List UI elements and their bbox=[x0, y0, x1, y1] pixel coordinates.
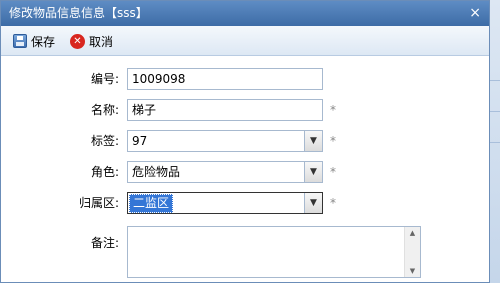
remark-row: 备注: ▲ ▼ bbox=[1, 226, 489, 278]
remark-label: 备注: bbox=[90, 236, 119, 250]
cancel-button-label: 取消 bbox=[89, 34, 114, 49]
role-select-value: 危险物品 bbox=[132, 165, 181, 179]
background-row-divider bbox=[490, 80, 500, 81]
save-button-label: 保存 bbox=[31, 34, 56, 49]
edit-item-dialog: 修改物品信息信息【sss】 × 保存 ✕ 取消 编号: 1009098 名称: … bbox=[0, 0, 490, 283]
tag-row: 标签: 97 ▼ * bbox=[1, 130, 489, 152]
scroll-up-icon[interactable]: ▲ bbox=[405, 229, 420, 237]
tag-required-mark: * bbox=[330, 134, 336, 148]
region-select-value: 二监区 bbox=[129, 194, 174, 213]
cancel-button[interactable]: ✕ 取消 bbox=[70, 32, 113, 50]
role-required-mark: * bbox=[330, 165, 336, 179]
code-label: 编号: bbox=[90, 72, 119, 86]
role-row: 角色: 危险物品 ▼ * bbox=[1, 161, 489, 183]
dialog-titlebar[interactable]: 修改物品信息信息【sss】 × bbox=[1, 1, 489, 26]
role-label: 角色: bbox=[90, 165, 119, 179]
region-label: 归属区: bbox=[78, 196, 119, 210]
role-select[interactable]: 危险物品 ▼ bbox=[127, 161, 323, 183]
region-select[interactable]: 二监区 ▼ bbox=[127, 192, 323, 214]
dropdown-arrow-icon[interactable]: ▼ bbox=[304, 162, 322, 182]
close-icon[interactable]: × bbox=[469, 1, 481, 26]
tag-select-value: 97 bbox=[132, 134, 148, 148]
remark-scrollbar[interactable]: ▲ ▼ bbox=[404, 227, 420, 277]
code-row: 编号: 1009098 bbox=[1, 68, 489, 90]
toolbar: 保存 ✕ 取消 bbox=[1, 26, 489, 56]
name-label: 名称: bbox=[90, 103, 119, 117]
cancel-x-circle-icon: ✕ bbox=[70, 33, 85, 49]
remark-textarea[interactable]: ▲ ▼ bbox=[127, 226, 421, 278]
scroll-down-icon[interactable]: ▼ bbox=[405, 267, 420, 275]
region-required-mark: * bbox=[330, 196, 336, 210]
name-input[interactable]: 梯子 bbox=[127, 99, 323, 121]
code-input[interactable]: 1009098 bbox=[127, 68, 323, 90]
save-disk-icon bbox=[13, 34, 27, 48]
save-button[interactable]: 保存 bbox=[13, 32, 55, 50]
background-row-divider bbox=[490, 142, 500, 143]
region-row: 归属区: 二监区 ▼ * bbox=[1, 192, 489, 214]
item-form: 编号: 1009098 名称: 梯子 * 标签: 97 ▼ * 角色: 危险物品… bbox=[1, 56, 489, 282]
dropdown-arrow-icon[interactable]: ▼ bbox=[304, 131, 322, 151]
tag-select[interactable]: 97 ▼ bbox=[127, 130, 323, 152]
name-required-mark: * bbox=[330, 103, 336, 117]
dropdown-arrow-icon[interactable]: ▼ bbox=[304, 193, 322, 213]
name-row: 名称: 梯子 * bbox=[1, 99, 489, 121]
tag-label: 标签: bbox=[90, 134, 119, 148]
background-row-divider bbox=[490, 111, 500, 112]
background-panel-edge bbox=[490, 0, 500, 283]
dialog-title: 修改物品信息信息【sss】 bbox=[9, 6, 148, 20]
